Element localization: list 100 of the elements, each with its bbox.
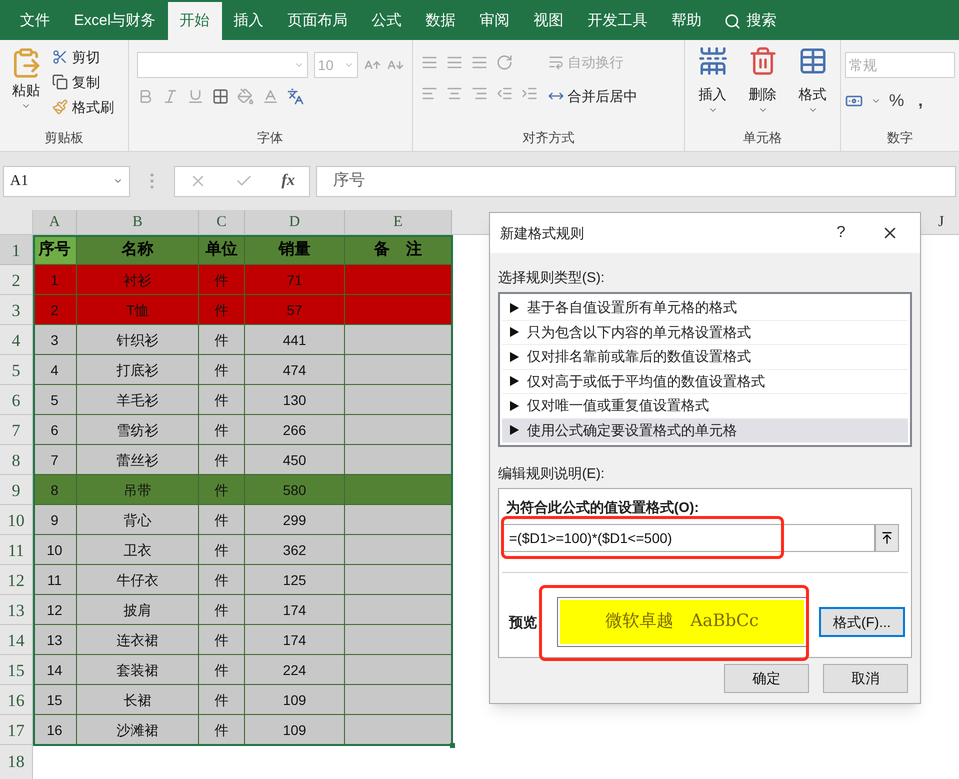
table-cell: T恤 bbox=[77, 295, 199, 325]
row-header[interactable]: 3 bbox=[0, 295, 33, 325]
table-cell: 件 bbox=[199, 595, 245, 625]
help-button[interactable]: ? bbox=[826, 221, 856, 245]
row-header[interactable]: 14 bbox=[0, 625, 33, 655]
borders-icon bbox=[212, 88, 229, 105]
column-header[interactable]: E bbox=[345, 210, 452, 234]
table-cell: 224 bbox=[245, 655, 345, 685]
table-cell: 299 bbox=[245, 505, 345, 535]
row-header[interactable]: 8 bbox=[0, 445, 33, 475]
table-cell: 件 bbox=[199, 715, 245, 745]
group-title: 剪贴板 bbox=[44, 128, 84, 146]
row-header[interactable]: 18 bbox=[0, 745, 33, 779]
table-cell: 580 bbox=[245, 475, 345, 505]
comma-style[interactable]: , bbox=[918, 88, 923, 114]
table-cell: 109 bbox=[245, 715, 345, 745]
table-cell: 件 bbox=[199, 415, 245, 445]
row-header[interactable]: 15 bbox=[0, 655, 33, 685]
column-header[interactable]: J bbox=[923, 210, 959, 234]
fill-color-icon bbox=[236, 88, 254, 105]
percent-style[interactable]: % bbox=[889, 88, 904, 114]
rule-type-item[interactable]: 仅对高于或低于平均值的数值设置格式 bbox=[502, 370, 908, 394]
column-header[interactable]: C bbox=[199, 210, 245, 234]
insert-function-button[interactable]: fx bbox=[282, 169, 295, 193]
clipboard-button[interactable]: 格式刷 bbox=[52, 96, 114, 118]
menu-tab[interactable]: 开发工具 bbox=[576, 2, 660, 40]
row-header[interactable]: 5 bbox=[0, 355, 33, 385]
menu-tab[interactable]: 文件 bbox=[8, 2, 62, 40]
triangle-icon bbox=[510, 352, 519, 362]
table-cell: 4 bbox=[33, 355, 77, 385]
menu-tab[interactable]: 帮助 bbox=[660, 2, 714, 40]
menu-tab[interactable]: 公式 bbox=[360, 2, 414, 40]
table-cell: 9 bbox=[33, 505, 77, 535]
rule-type-label: 选择规则类型(S): bbox=[498, 268, 606, 287]
table-cell: 3 bbox=[33, 325, 77, 355]
table-cell: 羊毛衫 bbox=[77, 385, 199, 415]
row-header[interactable]: 6 bbox=[0, 385, 33, 415]
cancel-button[interactable]: 取消 bbox=[823, 664, 908, 693]
table-cell: 吊带 bbox=[77, 475, 199, 505]
formula-input[interactable]: 序号 bbox=[316, 166, 956, 196]
cells-button[interactable]: 删除 bbox=[744, 46, 782, 115]
font-color-icon bbox=[262, 88, 279, 105]
upload-icon bbox=[880, 531, 894, 545]
row-header[interactable]: 17 bbox=[0, 715, 33, 745]
ok-button[interactable]: 确定 bbox=[724, 664, 809, 693]
table-cell: 件 bbox=[199, 265, 245, 295]
clipboard-button[interactable]: 剪切 bbox=[52, 46, 114, 68]
menu-tab[interactable]: 数据 bbox=[414, 2, 468, 40]
row-header[interactable]: 2 bbox=[0, 265, 33, 295]
row-header[interactable]: 13 bbox=[0, 595, 33, 625]
cells-button[interactable]: 格式 bbox=[794, 46, 832, 115]
phonetic-icon bbox=[286, 88, 304, 105]
table-cell: 10 bbox=[33, 535, 77, 565]
alignment-button[interactable]: 合并后居中 bbox=[548, 84, 638, 108]
align-right-icon bbox=[470, 85, 488, 102]
cells-button[interactable]: 插入 bbox=[694, 46, 732, 115]
formula-field[interactable]: =($D1>=100)*($D1<=500) bbox=[503, 524, 875, 552]
rule-type-item[interactable]: 只为包含以下内容的单元格设置格式 bbox=[502, 320, 908, 345]
font-name-field[interactable] bbox=[136, 52, 308, 78]
table-cell: 件 bbox=[199, 385, 245, 415]
row-header[interactable]: 10 bbox=[0, 505, 33, 535]
row-header[interactable]: 9 bbox=[0, 475, 33, 505]
row-header[interactable]: 4 bbox=[0, 325, 33, 355]
clipboard-button[interactable]: 复制 bbox=[52, 71, 114, 93]
fill-handle[interactable] bbox=[450, 743, 455, 748]
menu-tab[interactable]: 开始 bbox=[168, 2, 222, 40]
column-header[interactable]: D bbox=[245, 210, 345, 234]
row-header[interactable]: 7 bbox=[0, 415, 33, 445]
row-header[interactable]: 11 bbox=[0, 535, 33, 565]
indent-increase-icon bbox=[520, 85, 538, 102]
align-left-icon bbox=[420, 85, 438, 102]
table-cell: 130 bbox=[245, 385, 345, 415]
table-cell: 125 bbox=[245, 565, 345, 595]
bottom-align-icon bbox=[470, 54, 488, 71]
collapse-button[interactable] bbox=[875, 524, 899, 552]
rule-type-item[interactable]: 使用公式确定要设置格式的单元格 bbox=[502, 418, 908, 443]
search-button[interactable]: 搜索 bbox=[714, 2, 787, 40]
table-cell: 174 bbox=[245, 625, 345, 655]
middle-align-icon bbox=[446, 54, 463, 71]
menu-tab[interactable]: 页面布局 bbox=[276, 2, 360, 40]
table-cell: 13 bbox=[33, 625, 77, 655]
table-cell: 背心 bbox=[77, 505, 199, 535]
name-box[interactable]: A1 bbox=[3, 166, 130, 196]
format-button[interactable]: 格式(F)... bbox=[819, 607, 905, 637]
table-cell: 件 bbox=[199, 535, 245, 565]
paste-button[interactable]: 粘贴 bbox=[6, 46, 46, 118]
table-cell: 针织衫 bbox=[77, 325, 199, 355]
table-cell: 8 bbox=[33, 475, 77, 505]
row-header[interactable]: 16 bbox=[0, 685, 33, 715]
paintbrush-icon bbox=[52, 99, 68, 115]
column-header[interactable]: B bbox=[77, 210, 199, 234]
menu-tab[interactable]: 审阅 bbox=[468, 2, 522, 40]
column-header[interactable]: A bbox=[33, 210, 77, 234]
menu-tab[interactable]: Excel与财务 bbox=[62, 2, 168, 40]
menu-tab[interactable]: 视图 bbox=[522, 2, 576, 40]
row-header[interactable]: 1 bbox=[0, 235, 33, 265]
table-cell: 件 bbox=[199, 445, 245, 475]
menu-tab[interactable]: 插入 bbox=[222, 2, 276, 40]
row-header[interactable]: 12 bbox=[0, 565, 33, 595]
table-cell: 474 bbox=[245, 355, 345, 385]
